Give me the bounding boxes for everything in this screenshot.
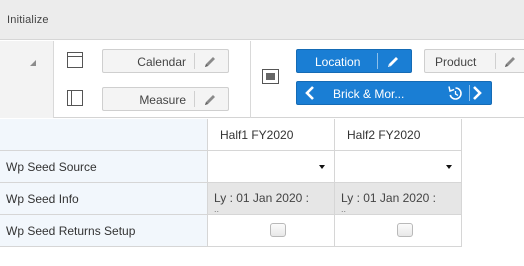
location-dimension-label: Location bbox=[315, 55, 361, 69]
dropdown-arrow-icon[interactable] bbox=[319, 165, 325, 169]
view-title: Initialize bbox=[7, 14, 49, 26]
pencil-icon[interactable] bbox=[202, 54, 218, 70]
chevron-left-icon[interactable] bbox=[303, 85, 319, 101]
page-layout-icon bbox=[262, 69, 279, 84]
seed-info-cell-half2: Ly : 01 Jan 2020 : .. bbox=[335, 183, 462, 215]
product-dimension-button[interactable]: Product bbox=[424, 49, 524, 73]
pivot-grid: Half1 FY2020 Half2 FY2020 Wp Seed Source… bbox=[0, 119, 524, 266]
product-dimension-label: Product bbox=[435, 55, 477, 69]
calendar-dimension-button[interactable]: Calendar bbox=[102, 49, 229, 73]
row-column-dimensions: Calendar Measure bbox=[55, 41, 251, 118]
button-divider bbox=[194, 91, 195, 107]
location-member-selector[interactable]: Brick & Mor... bbox=[296, 81, 492, 105]
returns-setup-checkbox-half1[interactable] bbox=[270, 223, 286, 237]
row-dimension-row: Calendar bbox=[55, 41, 251, 79]
returns-setup-checkbox-half2[interactable] bbox=[397, 223, 413, 237]
dropdown-arrow-icon[interactable] bbox=[446, 165, 452, 169]
text-overflow-marker: .. bbox=[341, 204, 347, 214]
page-dimensions: Location Product Brick & Mor... bbox=[252, 41, 524, 118]
row-header-wp-seed-source: Wp Seed Source bbox=[0, 151, 208, 183]
column-header-half2[interactable]: Half2 FY2020 bbox=[335, 119, 462, 151]
pencil-icon[interactable] bbox=[202, 92, 218, 108]
pivot-toolbar: Calendar Measure Location Product Brick … bbox=[0, 41, 524, 118]
hierarchy-reset-icon[interactable] bbox=[447, 85, 464, 102]
measure-dimension-button[interactable]: Measure bbox=[102, 87, 229, 111]
button-divider bbox=[194, 53, 195, 69]
selected-member-label[interactable]: Brick & Mor... bbox=[333, 87, 404, 101]
pencil-icon[interactable] bbox=[502, 54, 518, 70]
rows-layout-icon bbox=[67, 52, 83, 68]
row-header-wp-seed-returns-setup: Wp Seed Returns Setup bbox=[0, 215, 208, 247]
view-title-bar: Initialize bbox=[0, 0, 524, 40]
seed-info-cell-half1: Ly : 01 Jan 2020 : .. bbox=[208, 183, 335, 215]
returns-setup-cell-half1 bbox=[208, 215, 335, 247]
seed-source-dropdown-half1[interactable] bbox=[208, 151, 335, 183]
text-overflow-marker: .. bbox=[214, 204, 220, 214]
collapse-toolbar-toggle[interactable] bbox=[0, 41, 54, 118]
columns-layout-icon bbox=[67, 90, 83, 106]
button-divider bbox=[377, 53, 378, 69]
pencil-icon[interactable] bbox=[385, 54, 401, 70]
column-dimension-row: Measure bbox=[55, 79, 251, 117]
grid-corner bbox=[0, 119, 208, 151]
measure-dimension-label: Measure bbox=[139, 93, 186, 107]
button-divider bbox=[495, 53, 496, 69]
location-dimension-button[interactable]: Location bbox=[296, 49, 412, 73]
row-header-wp-seed-info: Wp Seed Info bbox=[0, 183, 208, 215]
column-header-half1[interactable]: Half1 FY2020 bbox=[208, 119, 335, 151]
seed-source-dropdown-half2[interactable] bbox=[335, 151, 462, 183]
returns-setup-cell-half2 bbox=[335, 215, 462, 247]
calendar-dimension-label: Calendar bbox=[137, 55, 186, 69]
chevron-right-icon[interactable] bbox=[468, 85, 484, 101]
triangle-collapse-icon[interactable] bbox=[30, 60, 36, 66]
